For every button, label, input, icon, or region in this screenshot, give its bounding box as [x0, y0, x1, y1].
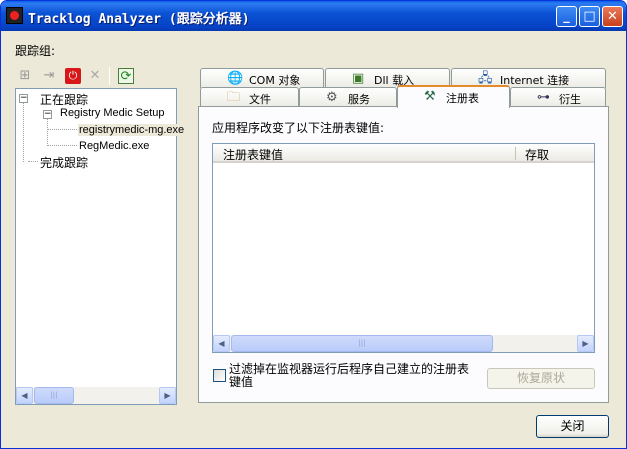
derived-icon: ⊶: [537, 90, 550, 105]
tab-label: 服务: [348, 93, 370, 106]
tree-scrollbar[interactable]: ◀ ||| ▶: [16, 387, 176, 404]
registry-list[interactable]: 注册表键值 存取 ◀ ||| ▶: [212, 143, 595, 353]
tree-item-completed[interactable]: 完成跟踪: [40, 154, 88, 171]
scroll-left-icon[interactable]: ◀: [16, 387, 33, 404]
stop-icon[interactable]: ⏻: [65, 68, 81, 84]
tab-label: 注册表: [446, 92, 479, 105]
filter-checkbox[interactable]: [213, 369, 226, 382]
tab-services[interactable]: ⚙ 服务: [299, 87, 397, 107]
main-window: Tracklog Analyzer (跟踪分析器) _ □ ✕ 跟踪组: ⊞ ⇥…: [0, 0, 627, 449]
scroll-thumb[interactable]: |||: [231, 335, 493, 352]
list-scrollbar[interactable]: ◀ ||| ▶: [213, 335, 594, 352]
tree-item-registrymedic-exe[interactable]: registrymedic-mg.exe: [78, 124, 186, 136]
tab-files[interactable]: 🗀 文件: [200, 87, 299, 107]
refresh-icon[interactable]: ⟳: [118, 68, 134, 84]
tree-line: [47, 129, 77, 130]
tab-com-objects[interactable]: 🌐 COM 对象: [200, 68, 324, 88]
tree-item-regmedic-exe[interactable]: RegMedic.exe: [79, 140, 149, 152]
close-button[interactable]: 关闭: [536, 415, 609, 438]
delete-icon[interactable]: ✕: [87, 68, 103, 84]
services-icon: ⚙: [326, 90, 338, 105]
tab-label: COM 对象: [249, 74, 301, 87]
registry-description: 应用程序改变了以下注册表键值:: [212, 121, 385, 135]
toolbar-separator: [109, 67, 110, 85]
tab-label: 文件: [249, 93, 271, 106]
tree-expander[interactable]: −: [43, 110, 52, 119]
minimize-button[interactable]: _: [556, 6, 577, 27]
registry-icon: ⚒: [424, 89, 436, 104]
scroll-thumb[interactable]: |||: [34, 387, 74, 404]
tree-item-registry-medic-setup[interactable]: Registry Medic Setup: [60, 107, 165, 119]
export-icon[interactable]: ⇥: [41, 68, 57, 84]
properties-icon[interactable]: ⊞: [17, 68, 33, 84]
folder-icon: 🗀: [227, 90, 241, 105]
close-window-button[interactable]: ✕: [602, 6, 623, 27]
filter-checkbox-label: 过滤掉在监视器运行后程序自己建立的注册表键值: [229, 362, 470, 389]
column-registry-key[interactable]: 注册表键值: [223, 146, 283, 163]
globe-icon: 🌐: [227, 71, 244, 86]
tab-label: Internet 连接: [500, 74, 570, 87]
tree-line: [47, 145, 77, 146]
scroll-right-icon[interactable]: ▶: [159, 387, 176, 404]
scroll-left-icon[interactable]: ◀: [213, 335, 230, 352]
tree-line: [23, 103, 24, 162]
network-icon: 🖧: [478, 71, 493, 86]
tab-registry[interactable]: ⚒ 注册表: [397, 85, 510, 108]
list-header: 注册表键值 存取: [213, 144, 594, 163]
tab-label: 衍生: [559, 93, 581, 106]
tracking-tree[interactable]: − 正在跟踪 − Registry Medic Setup registryme…: [15, 88, 186, 405]
restore-button[interactable]: 恢复原状: [487, 368, 595, 389]
tree-line: [28, 161, 38, 162]
tracking-group-label: 跟踪组:: [15, 44, 56, 58]
column-access[interactable]: 存取: [525, 146, 549, 163]
tree-expander[interactable]: −: [19, 94, 28, 103]
maximize-button[interactable]: □: [579, 6, 600, 27]
title-bar[interactable]: Tracklog Analyzer (跟踪分析器) _ □ ✕: [1, 1, 626, 31]
window-title: Tracklog Analyzer (跟踪分析器): [28, 12, 250, 27]
scroll-right-icon[interactable]: ▶: [577, 335, 594, 352]
dll-icon: ▣: [352, 71, 365, 86]
tree-line: [47, 119, 48, 146]
tree-item-tracking[interactable]: 正在跟踪: [40, 91, 88, 108]
column-divider[interactable]: [515, 147, 516, 160]
app-icon: [6, 7, 23, 24]
tab-derived[interactable]: ⊶ 衍生: [510, 87, 606, 107]
